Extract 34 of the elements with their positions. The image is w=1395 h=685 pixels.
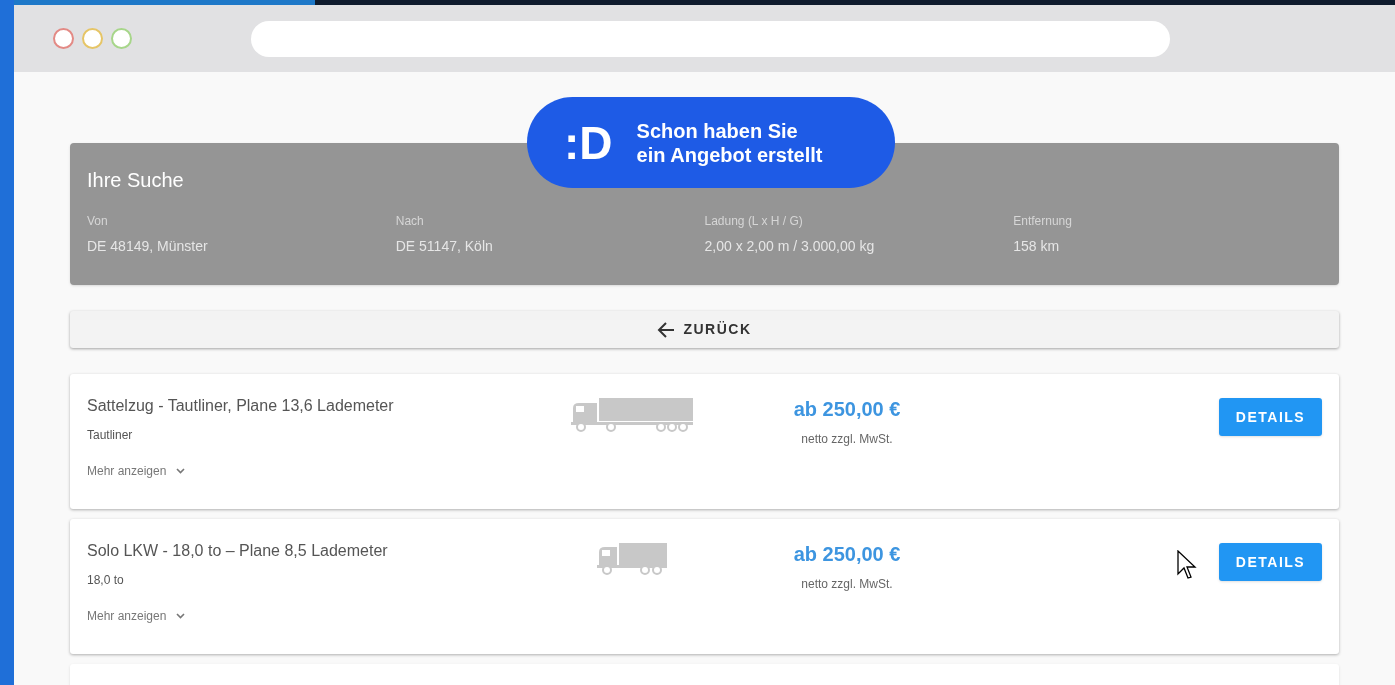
panel-title: Ihre Suche [87, 168, 185, 193]
price-note: netto zzgl. MwSt. [801, 431, 893, 448]
field-label: Ladung (L x H / G) [704, 213, 804, 230]
show-more-link[interactable]: Mehr anzeigen [87, 462, 186, 480]
chevron-down-icon [176, 468, 186, 474]
field-value: DE 51147, Köln [395, 237, 494, 256]
field-label: Nach [395, 213, 425, 230]
mouse-pointer-icon [1177, 550, 1197, 582]
field-label: Von [87, 213, 109, 230]
offer-subtitle: 18,0 to [87, 572, 125, 589]
chevron-down-icon [176, 613, 186, 619]
address-bar[interactable] [251, 20, 1170, 57]
maximize-window-icon[interactable] [111, 28, 132, 49]
show-more-link[interactable]: Mehr anzeigen [87, 607, 186, 625]
offer-price: ab 250,00 € [793, 542, 901, 567]
field-label: Entfernung [1013, 213, 1073, 230]
truck-icon [597, 543, 667, 575]
back-button[interactable]: ZURÜCK [70, 311, 1339, 348]
badge-text: Schon haben Sie ein Angebot erstellt [636, 118, 823, 167]
offer-title: Sattelzug - Tautliner, Plane 13,6 Lademeter [87, 396, 395, 416]
minimize-window-icon[interactable] [82, 28, 103, 49]
details-button[interactable]: DETAILS [1219, 543, 1322, 581]
back-arrow-icon [657, 321, 676, 338]
offer-title: Solo LKW - 18,0 to – Plane 8,5 Lademeter [87, 541, 389, 561]
field-value: 2,00 x 2,00 m / 3.000,00 kg [704, 237, 876, 256]
logo-mark: :D [564, 119, 613, 166]
field-value: DE 48149, Münster [87, 237, 209, 256]
price-note: netto zzgl. MwSt. [801, 576, 893, 593]
close-window-icon[interactable] [53, 28, 74, 49]
details-button[interactable]: DETAILS [1219, 398, 1322, 436]
offer-subtitle: Tautliner [87, 427, 134, 444]
field-value: 158 km [1013, 237, 1061, 256]
semi-truck-icon [571, 398, 693, 432]
offer-price: ab 250,00 € [793, 397, 901, 422]
